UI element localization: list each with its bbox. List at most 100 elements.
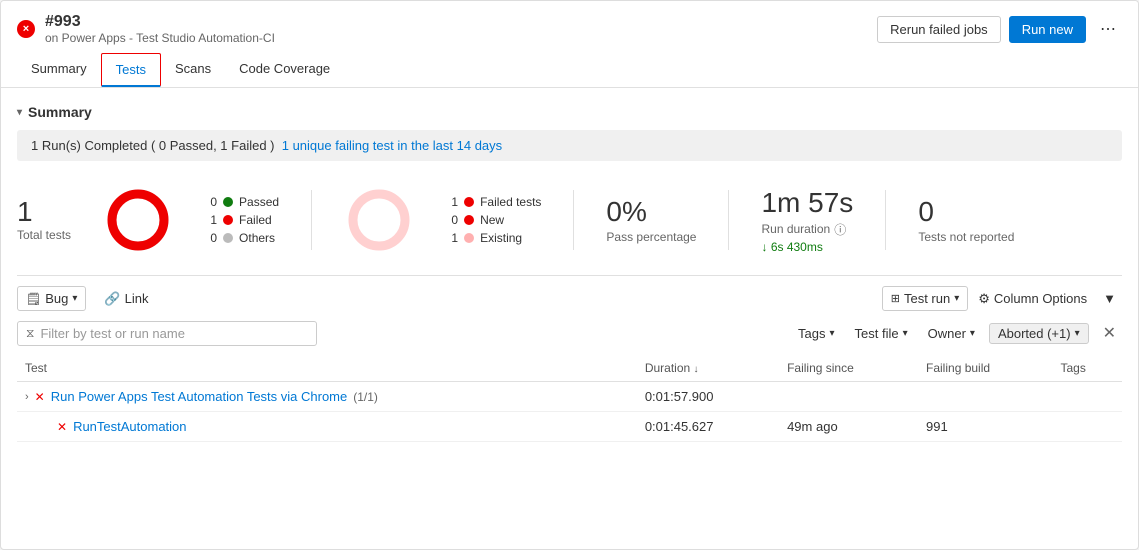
link-button[interactable]: 🔗 Link	[98, 287, 154, 311]
filter-icon-button[interactable]: ▼	[1097, 287, 1122, 310]
banner-link[interactable]: 1 unique failing test in the last 14 day…	[282, 138, 502, 153]
test-run-chevron-icon: ▾	[954, 293, 959, 304]
rerun-failed-jobs-button[interactable]: Rerun failed jobs	[877, 16, 1001, 43]
failed-tests-label: Failed tests	[480, 195, 541, 209]
failed-tests-count: 1	[446, 195, 458, 209]
tags-label: Tags	[798, 326, 825, 341]
summary-section: ▾ Summary 1 Run(s) Completed ( 0 Passed,…	[17, 104, 1122, 271]
header-top: × #993 on Power Apps - Test Studio Autom…	[17, 13, 1122, 45]
bug-button[interactable]: 🗒 Bug ▾	[17, 286, 86, 311]
bug-icon: 🗒	[26, 292, 41, 306]
test-name-cell: ✕ RunTestAutomation	[17, 412, 637, 442]
table-area: 🗒 Bug ▾ 🔗 Link ⊞ Test run ▾	[17, 275, 1122, 442]
donut-chart	[103, 185, 173, 255]
test-name-link[interactable]: Run Power Apps Test Automation Tests via…	[51, 389, 348, 404]
existing-dot	[464, 233, 474, 243]
owner-label: Owner	[928, 326, 966, 341]
summary-title: Summary	[28, 104, 92, 120]
data-table: Test Duration ↓ Failing since Failing bu…	[17, 355, 1122, 442]
tags-chevron-icon: ▾	[829, 328, 834, 339]
header-right: Rerun failed jobs Run new ⋯	[877, 14, 1122, 44]
existing-stat: 1 Existing	[446, 231, 541, 245]
col-test: Test	[17, 355, 637, 382]
passed-count: 0	[205, 195, 217, 209]
column-options-icon: ⚙	[978, 291, 990, 307]
expand-icon[interactable]: ›	[25, 391, 29, 403]
filter-input-container: ⧖ Filter by test or run name	[17, 321, 317, 346]
table-header-row: Test Duration ↓ Failing since Failing bu…	[17, 355, 1122, 382]
duration-label: Duration	[645, 361, 690, 375]
test-run-button[interactable]: ⊞ Test run ▾	[882, 286, 969, 311]
build-info: #993 on Power Apps - Test Studio Automat…	[45, 13, 275, 45]
bug-chevron-icon: ▾	[72, 293, 77, 304]
duration-sort-icon: ↓	[694, 364, 699, 375]
child-failing-since-cell: 49m ago	[779, 412, 918, 442]
col-failing-since: Failing since	[779, 355, 918, 382]
run-duration-label: Run duration ⓘ	[761, 221, 853, 238]
passed-label: Passed	[239, 195, 279, 209]
vertical-divider	[311, 190, 312, 250]
close-icon[interactable]: ×	[17, 20, 35, 38]
clear-filter-button[interactable]: ✕	[1097, 319, 1122, 347]
owner-filter-button[interactable]: Owner ▾	[922, 323, 981, 344]
filter-funnel-icon: ⧖	[26, 326, 34, 341]
chevron-icon: ▾	[17, 107, 22, 118]
owner-chevron-icon: ▾	[970, 328, 975, 339]
run-duration-value: 1m 57s	[761, 187, 853, 219]
not-reported-value: 0	[918, 196, 1014, 228]
run-duration-sub: ↓ 6s 430ms	[761, 240, 853, 254]
column-options-button[interactable]: ⚙ Column Options	[972, 287, 1093, 311]
pink-donut-chart	[344, 185, 414, 255]
filter-row: ⧖ Filter by test or run name Tags ▾ Test…	[17, 319, 1122, 347]
app-container: × #993 on Power Apps - Test Studio Autom…	[0, 0, 1139, 550]
failed-stats: 1 Failed tests 0 New 1 Existing	[446, 195, 541, 245]
pass-percentage-stat: 0% Pass percentage	[606, 196, 696, 244]
test-run-label: Test run	[904, 291, 950, 306]
total-tests-label: Total tests	[17, 228, 71, 242]
main-content: ▾ Summary 1 Run(s) Completed ( 0 Passed,…	[1, 88, 1138, 458]
more-options-button[interactable]: ⋯	[1094, 14, 1122, 44]
child-test-name-link[interactable]: RunTestAutomation	[73, 419, 186, 434]
total-tests-stat: 1 Total tests	[17, 198, 71, 242]
header: × #993 on Power Apps - Test Studio Autom…	[1, 1, 1138, 88]
pass-pct-value: 0%	[606, 196, 696, 228]
child-duration-cell: 0:01:45.627	[637, 412, 779, 442]
run-new-button[interactable]: Run new	[1009, 16, 1086, 43]
fail-icon: ✕	[57, 420, 67, 434]
tab-code-coverage[interactable]: Code Coverage	[225, 53, 344, 87]
summary-section-header[interactable]: ▾ Summary	[17, 104, 1122, 120]
failed-label: Failed	[239, 213, 272, 227]
stats-row: 1 Total tests 0 Passed	[17, 175, 1122, 271]
test-file-filter-button[interactable]: Test file ▾	[849, 323, 914, 344]
legend-passed: 0 Passed	[205, 195, 279, 209]
build-title: #993	[45, 13, 275, 31]
toolbar-left: 🗒 Bug ▾ 🔗 Link	[17, 286, 154, 311]
failed-dot	[223, 215, 233, 225]
tags-filter-button[interactable]: Tags ▾	[792, 323, 841, 344]
new-label: New	[480, 213, 504, 227]
legend-failed: 1 Failed	[205, 213, 279, 227]
tab-summary[interactable]: Summary	[17, 53, 101, 87]
tags-cell	[1052, 382, 1122, 412]
col-tags: Tags	[1052, 355, 1122, 382]
tab-scans[interactable]: Scans	[161, 53, 225, 87]
info-icon[interactable]: ⓘ	[834, 221, 846, 238]
tab-tests[interactable]: Tests	[101, 53, 161, 87]
pass-pct-label: Pass percentage	[606, 230, 696, 244]
new-count: 0	[446, 213, 458, 227]
child-tags-cell	[1052, 412, 1122, 442]
others-count: 0	[205, 231, 217, 245]
passed-dot	[223, 197, 233, 207]
existing-count: 1	[446, 231, 458, 245]
pink-donut-svg	[344, 185, 414, 255]
col-duration[interactable]: Duration ↓	[637, 355, 779, 382]
link-label: Link	[125, 291, 149, 306]
new-dot	[464, 215, 474, 225]
failing-since-cell	[779, 382, 918, 412]
others-dot	[223, 233, 233, 243]
legend-others: 0 Others	[205, 231, 279, 245]
link-icon: 🔗	[104, 291, 120, 307]
test-run-icon: ⊞	[891, 292, 900, 305]
table-row: ✕ RunTestAutomation 0:01:45.627 49m ago …	[17, 412, 1122, 442]
aborted-filter-badge[interactable]: Aborted (+1) ▾	[989, 323, 1089, 344]
